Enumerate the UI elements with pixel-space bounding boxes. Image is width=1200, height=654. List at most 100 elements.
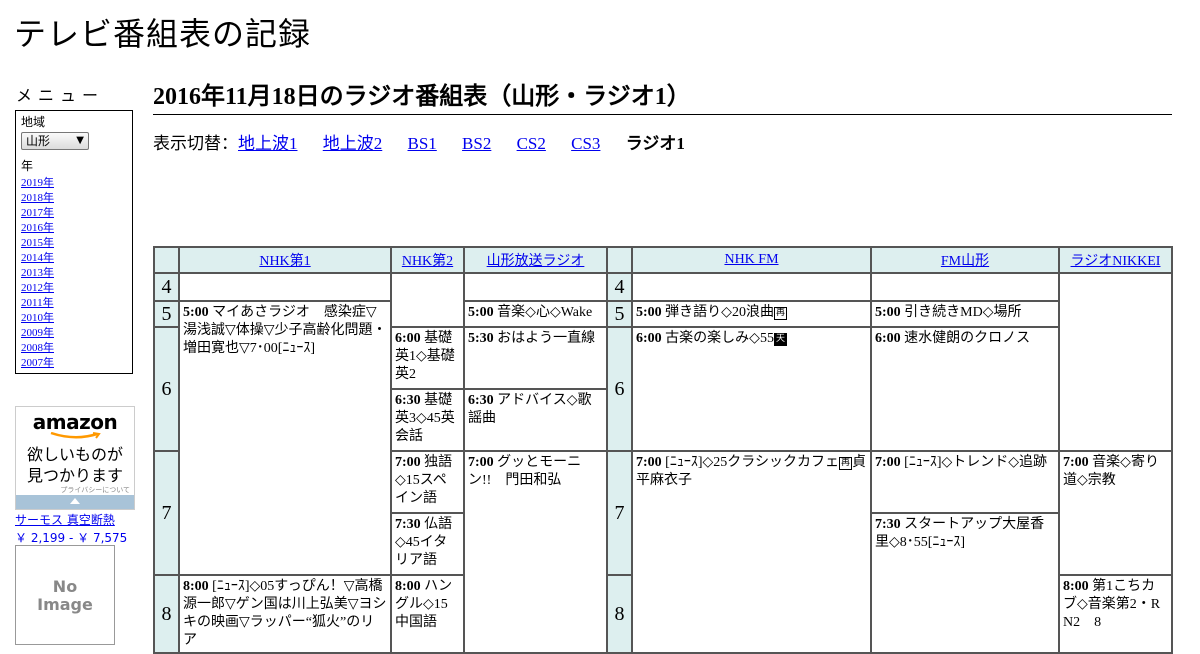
program-cell-empty — [1058, 272, 1173, 452]
program-cell-empty — [463, 272, 608, 302]
year-link-2014[interactable]: 2014年 — [21, 252, 54, 264]
hour-cell-7-mid: 7 — [606, 450, 633, 576]
channel-header-nikkei: ラジオNIKKEI — [1058, 246, 1173, 274]
switch-link-bs1[interactable]: BS1 — [408, 134, 437, 153]
program-cell[interactable]: 5:00 音楽◇心◇Wake — [463, 300, 608, 328]
region-select-value: 山形 — [26, 134, 51, 148]
hour-cell-7-left: 7 — [153, 450, 180, 576]
hour-header-mid — [606, 246, 633, 274]
year-label: 年 — [21, 159, 34, 173]
year-link-2007[interactable]: 2007年 — [21, 357, 54, 369]
menu-box: 地域 山形 ▼ 年 2019年 2018年 2017年 2016年 2015年 … — [15, 110, 133, 374]
program-cell[interactable]: 6:30 基礎英3◇45英会話 — [390, 388, 465, 452]
program-time: 7:30 — [395, 517, 421, 532]
region-label: 地域 — [21, 115, 46, 129]
program-time: 5:00 — [468, 305, 494, 320]
hour-cell-8-mid: 8 — [606, 574, 633, 654]
hour-cell-5-mid: 5 — [606, 300, 633, 328]
schedule-row-5: 5 5:00 マイあさラジオ 感染症▽湯浅誠▽体操▽少子高齢化問題・増田寛也▽7… — [153, 300, 1172, 576]
program-time: 5:00 — [875, 305, 901, 320]
amazon-copy-line-1: 欲しいものが — [26, 445, 123, 464]
year-link-2010[interactable]: 2010年 — [21, 312, 54, 324]
hour-cell-6-left: 6 — [153, 326, 180, 452]
program-cell[interactable]: 5:00 弾き語り◇20浪曲再 — [631, 300, 872, 328]
program-time: 7:30 — [875, 517, 901, 532]
channel-header-nhkfm: NHK FM — [631, 246, 872, 274]
program-cell-empty — [631, 272, 872, 302]
year-link-2008[interactable]: 2008年 — [21, 342, 54, 354]
program-cell[interactable]: 7:00 独語◇15スペイン語 — [390, 450, 465, 514]
program-cell[interactable]: 7:00 [ﾆｭｰｽ]◇トレンド◇追跡 — [870, 450, 1060, 514]
year-link-2017[interactable]: 2017年 — [21, 207, 54, 219]
amazon-copy: 欲しいものが 見つかります — [16, 444, 134, 486]
hour-cell-5-left: 5 — [153, 300, 180, 328]
channel-link-fmy[interactable]: FM山形 — [941, 254, 989, 269]
year-link-2016[interactable]: 2016年 — [21, 222, 54, 234]
hour-cell-6-mid: 6 — [606, 326, 633, 452]
program-cell[interactable]: 6:30 アドバイス◇歌謡曲 — [463, 388, 608, 452]
amazon-privacy-link[interactable]: プライバシーについて — [60, 485, 130, 495]
amazon-ad-bar[interactable] — [16, 495, 134, 509]
program-cell[interactable]: 5:30 おはよう一直線 — [463, 326, 608, 390]
program-time: 5:00 — [636, 305, 662, 320]
year-link-2015[interactable]: 2015年 — [21, 237, 54, 249]
program-time: 7:00 — [395, 455, 421, 470]
year-link-2019[interactable]: 2019年 — [21, 177, 54, 189]
program-cell-empty — [390, 272, 465, 328]
channel-link-nhk2[interactable]: NHK第2 — [402, 254, 453, 269]
program-cell[interactable]: 6:00 基礎英1◇基礎英2 — [390, 326, 465, 390]
program-title: 速水健朗のクロノス — [904, 331, 1031, 346]
no-image-text-2: Image — [37, 595, 93, 614]
year-link-2013[interactable]: 2013年 — [21, 267, 54, 279]
program-cell[interactable]: 6:00 古楽の楽しみ◇55 天 — [631, 326, 872, 452]
switch-link-terrestrial2[interactable]: 地上波2 — [323, 134, 383, 153]
switch-link-cs3[interactable]: CS3 — [571, 134, 600, 153]
region-select[interactable]: 山形 ▼ — [21, 132, 89, 150]
program-title: 古楽の楽しみ◇55 — [665, 331, 774, 346]
switch-link-terrestrial1[interactable]: 地上波1 — [238, 134, 298, 153]
switch-link-cs2[interactable]: CS2 — [517, 134, 546, 153]
site-title: テレビ番組表の記録 — [14, 15, 312, 53]
program-title: [ﾆｭｰｽ]◇05すっぴん！▽高橋源一郎▽ゲン国は川上弘美▽ヨシキの映画▽ラッパ… — [183, 579, 387, 648]
program-time: 7:00 — [1063, 455, 1089, 470]
program-time: 8:00 — [1063, 579, 1089, 594]
display-switch-label: 表示切替： — [153, 134, 238, 153]
year-link-2011[interactable]: 2011年 — [21, 297, 54, 309]
program-cell[interactable]: 6:00 速水健朗のクロノス — [870, 326, 1060, 452]
program-time: 7:00 — [875, 455, 901, 470]
program-cell[interactable]: 7:00 音楽◇寄り道◇宗教 — [1058, 450, 1173, 576]
amazon-ad[interactable]: amazon 欲しいものが 見つかります プライバシーについて — [15, 406, 135, 510]
program-cell[interactable]: 7:30 スタートアップ大屋香里◇8･55[ﾆｭｰｽ] — [870, 512, 1060, 654]
page-title: 2016年11月18日のラジオ番組表（山形・ラジオ1） — [153, 82, 1172, 115]
switch-link-bs2[interactable]: BS2 — [462, 134, 491, 153]
channel-link-nhkfm[interactable]: NHK FM — [724, 252, 778, 267]
program-time: 6:00 — [395, 331, 421, 346]
chevron-up-icon — [70, 498, 80, 504]
program-cell[interactable]: 7:00 [ﾆｭｰｽ]◇25クラシックカフェ再貞平麻衣子 — [631, 450, 872, 654]
program-cell[interactable]: 7:30 仏語◇45イタリア語 — [390, 512, 465, 576]
program-cell[interactable]: 5:00 引き続きMD◇場所 — [870, 300, 1060, 328]
program-title: [ﾆｭｰｽ]◇トレンド◇追跡 — [904, 455, 1048, 470]
program-cell[interactable]: 7:00 グッとモーニン!! 門田和弘 — [463, 450, 608, 654]
product-price: ￥ 2,199 - ￥ 7,575 — [15, 531, 128, 545]
program-cell[interactable]: 8:00 ハングル◇15中国語 — [390, 574, 465, 654]
program-time: 8:00 — [395, 579, 421, 594]
channel-header-ybc: 山形放送ラジオ — [463, 246, 608, 274]
program-title: 弾き語り◇20浪曲 — [665, 305, 774, 320]
amazon-copy-line-2: 見つかります — [26, 466, 123, 485]
year-link-2018[interactable]: 2018年 — [21, 192, 54, 204]
product-link[interactable]: サーモス 真空断熱 — [15, 511, 115, 528]
schedule-row-4: 4 4 — [153, 272, 1173, 452]
program-time: 5:00 — [183, 305, 209, 320]
amazon-logo: amazon — [32, 410, 118, 434]
program-cell[interactable]: 8:00 第1こちカブ◇音楽第2・RN2 8 — [1058, 574, 1173, 654]
channel-link-ybc[interactable]: 山形放送ラジオ — [487, 254, 585, 269]
channel-link-nhk1[interactable]: NHK第1 — [259, 254, 310, 269]
channel-link-nikkei[interactable]: ラジオNIKKEI — [1071, 254, 1161, 269]
year-link-2009[interactable]: 2009年 — [21, 327, 54, 339]
program-cell[interactable]: 5:00 マイあさラジオ 感染症▽湯浅誠▽体操▽少子高齢化問題・増田寛也▽7･0… — [178, 300, 392, 576]
program-cell[interactable]: 8:00 [ﾆｭｰｽ]◇05すっぴん！▽高橋源一郎▽ゲン国は川上弘美▽ヨシキの映… — [178, 574, 392, 654]
no-image-placeholder[interactable]: No Image — [15, 545, 115, 645]
program-title: マイあさラジオ 感染症▽湯浅誠▽体操▽少子高齢化問題・増田寛也▽7･00[ﾆｭｰ… — [183, 305, 387, 356]
year-link-2012[interactable]: 2012年 — [21, 282, 54, 294]
